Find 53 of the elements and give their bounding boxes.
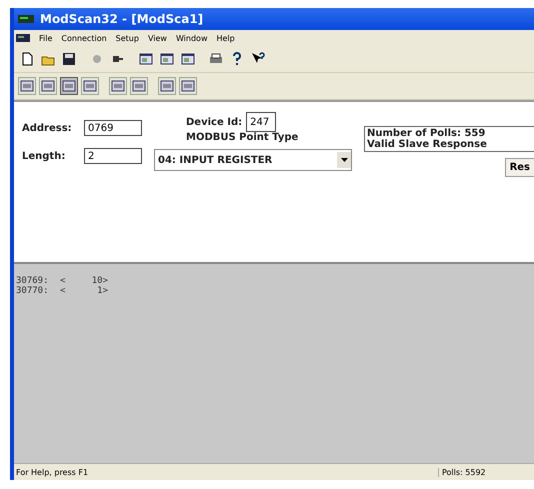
menu-item[interactable]: Connection: [61, 34, 107, 42]
window-icon: [139, 52, 153, 66]
display-icon: [132, 80, 146, 92]
length-field[interactable]: 2: [84, 148, 142, 164]
address-field[interactable]: 0769: [84, 120, 142, 136]
view-format-button[interactable]: [81, 77, 99, 95]
status-polls: Polls: 5592: [438, 468, 522, 476]
page-icon: [20, 52, 34, 66]
view-format-button[interactable]: [158, 77, 176, 95]
point-type-dropdown[interactable]: 04: INPUT REGISTER: [154, 149, 352, 171]
circle-icon: [90, 52, 104, 66]
window-icon: [160, 52, 174, 66]
window-title: ModScan32 - [ModSca1]: [40, 12, 204, 26]
display-icon: [111, 80, 125, 92]
view-format-button[interactable]: [179, 77, 197, 95]
display-icon: [41, 80, 55, 92]
value-bracket: <: [60, 276, 66, 286]
length-label: Length:: [22, 150, 66, 162]
value-bracket: <: [60, 286, 66, 296]
device-id-field[interactable]: 247: [246, 112, 276, 132]
valid-responses-count: Valid Slave Response: [367, 139, 488, 150]
status-help-text: For Help, press F1: [15, 468, 90, 476]
printer-icon: [209, 52, 223, 66]
menu-item[interactable]: Help: [216, 34, 235, 42]
dropdown-arrow-icon: [340, 158, 348, 162]
app-icon: [18, 14, 34, 24]
menu-item[interactable]: Setup: [116, 34, 139, 42]
register-value: 10>: [90, 276, 108, 286]
window-icon: [181, 52, 195, 66]
menu-item[interactable]: Window: [176, 34, 208, 42]
register-address: 30769:: [16, 276, 50, 286]
address-label: Address:: [22, 122, 72, 134]
view-format-button[interactable]: [39, 77, 57, 95]
display-icon: [160, 80, 174, 92]
polls-count: Number of Polls: 559: [367, 128, 486, 139]
menu-item[interactable]: File: [39, 34, 52, 42]
menu-item[interactable]: View: [148, 34, 167, 42]
toolbar-button[interactable]: [60, 50, 78, 68]
question-icon: [230, 52, 244, 66]
display-icon: [20, 80, 34, 92]
view-format-button[interactable]: [18, 77, 36, 95]
view-format-button[interactable]: [60, 77, 78, 95]
register-address: 30770:: [16, 286, 50, 296]
view-format-button[interactable]: [130, 77, 148, 95]
device-id-label: Device Id:: [186, 116, 242, 128]
document-icon[interactable]: [16, 34, 30, 42]
display-icon: [181, 80, 195, 92]
reset-button[interactable]: Res: [504, 158, 534, 177]
view-format-button[interactable]: [109, 77, 127, 95]
display-icon: [83, 80, 97, 92]
display-icon: [62, 80, 76, 92]
point-type-label: MODBUS Point Type: [186, 132, 300, 143]
register-value: 1>: [96, 286, 108, 296]
